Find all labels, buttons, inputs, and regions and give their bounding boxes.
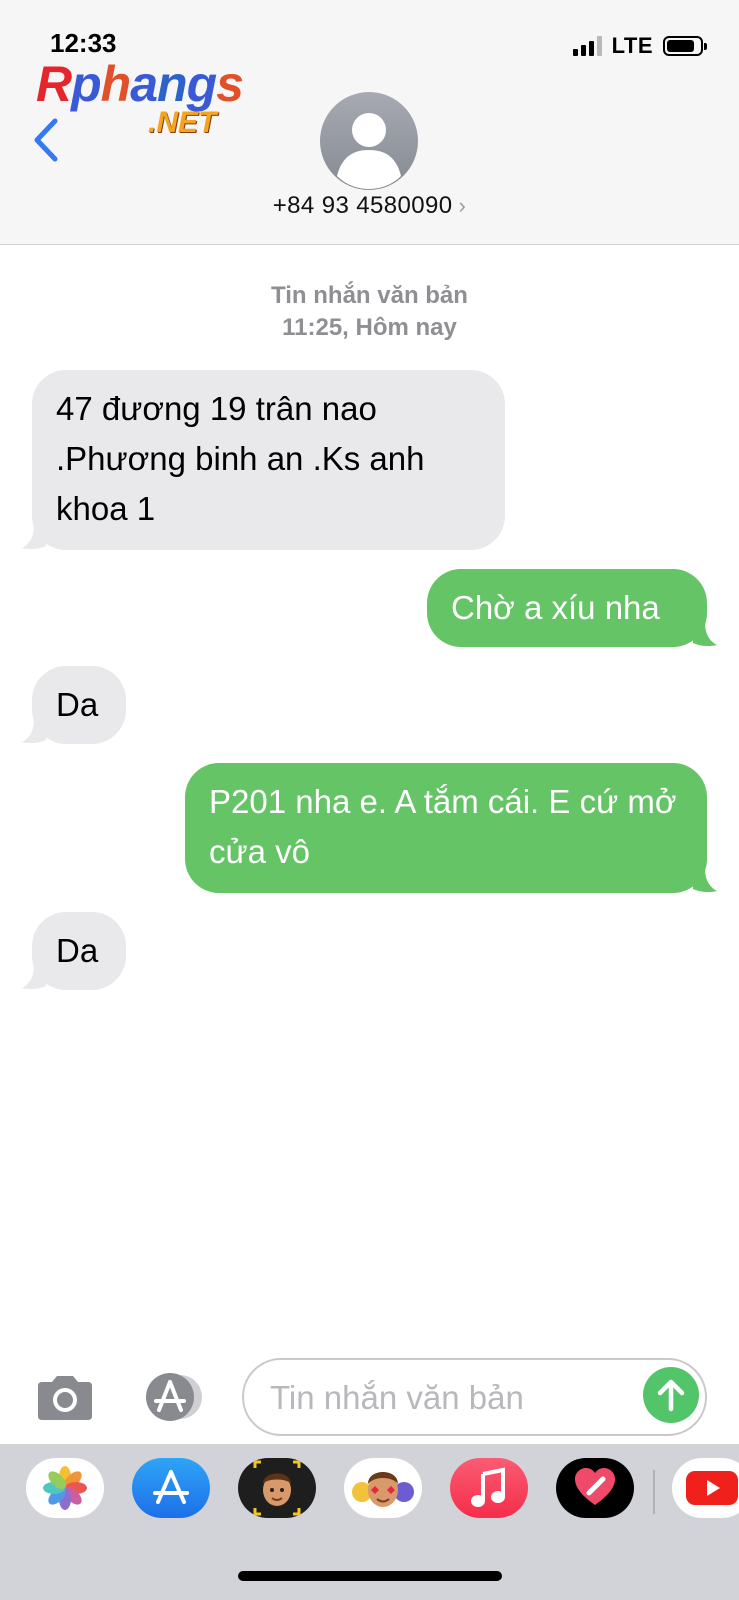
- timestamp-day: Hôm nay: [355, 314, 457, 341]
- bubble-tail: [22, 720, 46, 744]
- status-time: 12:33: [50, 28, 117, 58]
- animoji-stickers-app-button[interactable]: [344, 1458, 422, 1518]
- bubble-tail: [693, 623, 717, 647]
- cellular-signal-icon: [572, 36, 602, 56]
- timestamp-time: 11:25,: [282, 314, 356, 341]
- music-app-button[interactable]: [450, 1458, 528, 1518]
- app-store-app-button[interactable]: [132, 1458, 210, 1518]
- message-text: Da: [56, 686, 99, 723]
- message-text: 47 đương 19 trân nao .Phương binh an .Ks…: [56, 390, 425, 527]
- conversation-header: 12:33 Rphangs .NET LTE +84 93 4580090 ›: [0, 0, 739, 245]
- message-input[interactable]: [268, 1372, 642, 1424]
- animoji-stickers-icon: [352, 1472, 414, 1507]
- photos-icon: [43, 1466, 87, 1510]
- service-label: Tin nhắn văn bản: [271, 282, 468, 309]
- message-bubble-outgoing[interactable]: P201 nha e. A tắm cái. E cứ mở cửa vô: [185, 763, 717, 893]
- bubble-tail: [693, 869, 717, 893]
- camera-icon: [38, 1376, 92, 1420]
- bubble-tail: [22, 966, 46, 990]
- camera-button[interactable]: [34, 1374, 96, 1422]
- youtube-icon: [686, 1471, 738, 1505]
- youtube-app-button[interactable]: [672, 1458, 739, 1518]
- app-store-icon: [146, 1373, 202, 1421]
- arrow-up-icon: [657, 1379, 685, 1412]
- digital-touch-icon: [575, 1468, 615, 1505]
- memoji-app-button[interactable]: [238, 1458, 316, 1518]
- music-note-icon: [471, 1467, 505, 1507]
- memoji-icon: [253, 1460, 301, 1516]
- message-text: Da: [56, 932, 99, 969]
- chevron-right-icon: ›: [458, 193, 467, 218]
- message-text: Chờ a xíu nha: [451, 589, 660, 626]
- status-indicators: LTE: [572, 33, 707, 58]
- back-button[interactable]: [28, 116, 68, 164]
- digital-touch-app-button[interactable]: [556, 1458, 634, 1518]
- message-bubble-incoming[interactable]: 47 đương 19 trân nao .Phương binh an .Ks…: [22, 370, 505, 550]
- watermark-main: Rphangs: [36, 56, 244, 112]
- app-store-button[interactable]: [138, 1372, 210, 1422]
- watermark-logo: Rphangs .NET: [36, 56, 266, 140]
- home-indicator: [238, 1571, 502, 1581]
- message-bubble-outgoing[interactable]: Chờ a xíu nha: [427, 569, 717, 647]
- battery-icon: [663, 36, 707, 56]
- person-icon: [337, 113, 401, 189]
- watermark-sub: .NET: [148, 106, 217, 139]
- contact-avatar[interactable]: [320, 92, 418, 190]
- contact-name: +84 93 4580090: [272, 192, 453, 219]
- chevron-left-icon: [34, 118, 58, 162]
- message-bubble-incoming[interactable]: Da: [22, 666, 126, 744]
- thread-timestamp: Tin nhắn văn bản 11:25, Hôm nay: [0, 280, 739, 344]
- message-text: P201 nha e. A tắm cái. E cứ mở cửa vô: [209, 783, 677, 870]
- photos-app-button[interactable]: [26, 1458, 104, 1518]
- message-bubble-incoming[interactable]: Da: [22, 912, 126, 990]
- app-store-icon: [153, 1470, 189, 1504]
- bubble-tail: [22, 526, 46, 550]
- send-button[interactable]: [643, 1367, 699, 1423]
- drawer-divider: [653, 1470, 655, 1514]
- network-type: LTE: [611, 33, 653, 58]
- contact-name-button[interactable]: +84 93 4580090 ›: [0, 192, 739, 220]
- message-input-field[interactable]: [242, 1358, 707, 1436]
